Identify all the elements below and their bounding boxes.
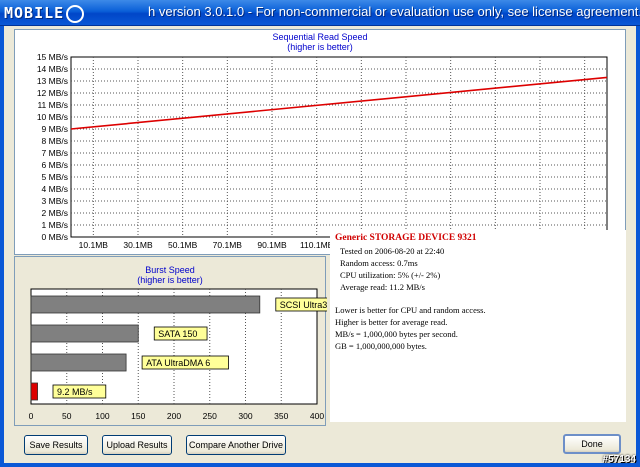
logo-circle-icon <box>66 4 85 23</box>
mobile01-logo: MOBILE <box>4 3 154 23</box>
burst-bar <box>30 353 127 372</box>
sequential-plot-area <box>70 56 608 238</box>
note-higher-better: Higher is better for average read. <box>335 317 448 327</box>
burst-bar <box>30 324 139 343</box>
sequential-x-tick-label: 70.1MB <box>212 240 242 250</box>
burst-x-tick-label: 0 <box>28 411 34 421</box>
burst-x-tick-label: 350 <box>274 411 289 421</box>
burst-bar-label: SATA 150 <box>153 326 208 341</box>
sequential-y-tick-label: 4 MB/s <box>41 184 68 194</box>
sequential-x-tick-label: 30.1MB <box>123 240 153 250</box>
burst-bar <box>30 382 38 401</box>
burst-x-tick-label: 300 <box>238 411 253 421</box>
sequential-y-tick-label: 2 MB/s <box>41 208 68 218</box>
sequential-y-tick-label: 3 MB/s <box>41 196 68 206</box>
sequential-x-tick-label: 10.1MB <box>78 240 108 250</box>
note-lower-better: Lower is better for CPU and random acces… <box>335 305 486 315</box>
svg-text:9.2 MB/s: 9.2 MB/s <box>57 387 93 397</box>
burst-x-tick-label: 400 <box>309 411 325 421</box>
sequential-y-tick-label: 0 MB/s <box>41 232 68 242</box>
burst-speed-panel: Burst Speed (higher is better) SCSI Ultr… <box>14 256 327 426</box>
window-title: h version 3.0.1.0 - For non-commercial o… <box>148 4 640 19</box>
sequential-read-chart <box>70 56 608 238</box>
sequential-read-panel: Sequential Read Speed (higher is better)… <box>14 29 626 255</box>
svg-text:ATA UltraDMA 6: ATA UltraDMA 6 <box>146 358 210 368</box>
device-name: Generic STORAGE DEVICE 9321 <box>335 233 477 243</box>
sequential-x-tick-label: 50.1MB <box>168 240 198 250</box>
sequential-y-tick-label: 6 MB/s <box>41 160 68 170</box>
svg-text:SCSI Ultra320: SCSI Ultra320 <box>280 300 327 310</box>
info-tested: Tested on 2006-08-20 at 22:40 <box>340 246 445 256</box>
burst-bar-label: ATA UltraDMA 6 <box>141 355 229 370</box>
sequential-x-tick-label: 110.1MB <box>299 240 334 250</box>
sequential-y-tick-label: 13 MB/s <box>36 76 68 86</box>
burst-bar <box>30 295 261 314</box>
title-bar: MOBILE h version 3.0.1.0 - For non-comme… <box>0 0 640 26</box>
sequential-y-tick-label: 9 MB/s <box>41 124 68 134</box>
results-info: Generic STORAGE DEVICE 9321 Tested on 20… <box>330 230 626 422</box>
burst-x-tick-label: 250 <box>202 411 217 421</box>
logo-text: MOBILE <box>4 4 65 22</box>
svg-text:SATA 150: SATA 150 <box>158 329 197 339</box>
compare-drive-button[interactable]: Compare Another Drive <box>186 435 286 455</box>
burst-x-tick-label: 200 <box>166 411 182 421</box>
info-average-read: Average read: 11.2 MB/s <box>340 282 425 292</box>
burst-speed-chart: SCSI Ultra320 SATA 150 ATA UltraDMA 6 9.2 M… <box>30 288 327 405</box>
done-button[interactable]: Done <box>563 434 621 454</box>
sequential-y-tick-label: 8 MB/s <box>41 136 68 146</box>
sequential-y-tick-label: 15 MB/s <box>36 52 68 62</box>
burst-bar-label: 9.2 MB/s <box>52 384 107 399</box>
note-mbs: MB/s = 1,000,000 bytes per second. <box>335 329 458 339</box>
sequential-x-tick-label: 90.1MB <box>257 240 287 250</box>
info-cpu: CPU utilization: 5% (+/- 2%) <box>340 270 441 280</box>
sequential-y-tick-label: 11 MB/s <box>37 100 68 110</box>
burst-x-tick-label: 50 <box>62 411 72 421</box>
watermark: #57134 <box>602 454 636 465</box>
note-gb: GB = 1,000,000,000 bytes. <box>335 341 427 351</box>
burst-x-tick-label: 150 <box>131 411 146 421</box>
save-results-button[interactable]: Save Results <box>24 435 88 455</box>
burst-bar-label: SCSI Ultra320 <box>275 297 327 312</box>
upload-results-button[interactable]: Upload Results <box>102 435 172 455</box>
sequential-y-tick-label: 14 MB/s <box>36 64 68 74</box>
sequential-y-tick-label: 5 MB/s <box>41 172 68 182</box>
burst-x-tick-label: 100 <box>95 411 110 421</box>
sequential-y-tick-label: 7 MB/s <box>41 148 68 158</box>
sequential-y-tick-label: 12 MB/s <box>36 88 68 98</box>
sequential-y-tick-label: 1 MB/s <box>41 220 68 230</box>
info-random-access: Random access: 0.7ms <box>340 258 418 268</box>
sequential-y-tick-label: 10 MB/s <box>36 112 68 122</box>
